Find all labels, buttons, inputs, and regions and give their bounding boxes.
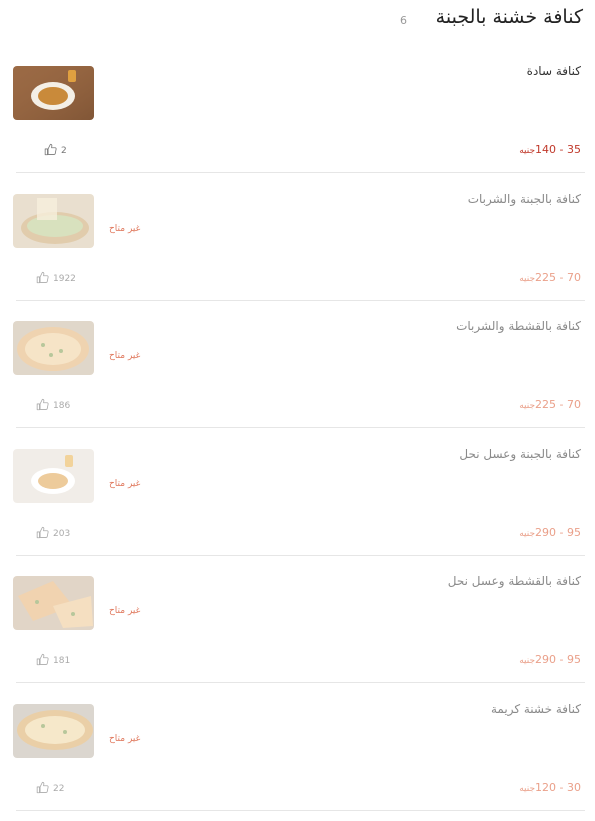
like-button[interactable]: 2 [44,143,67,159]
unavailable-badge: غير متاح [109,733,141,744]
thumbs-up-icon [36,781,50,797]
currency-label: جنيه [519,783,536,794]
menu-item-price: 70 - 225جنيه [519,398,581,411]
unavailable-badge: غير متاح [109,223,141,234]
menu-item[interactable]: كنافة بالجبنة والشربات غير متاح 70 - 225جن… [0,184,595,311]
menu-item-image[interactable] [13,448,94,503]
thumbs-up-icon [36,526,50,542]
menu-item[interactable]: كنافة سادة 35 - 140جنيه 2 [0,56,595,183]
unavailable-badge: غير متاح [109,606,141,616]
menu-item-name[interactable]: كنافة سادة [527,64,581,78]
item-divider [16,299,585,301]
price-range: 35 - 140 [535,143,581,156]
menu-item-name[interactable]: كنافة بالقشطة وعسل نحل [448,574,581,588]
menu-item-name[interactable]: كنافة بالقشطة والشربات [456,319,581,333]
menu-item-price: 95 - 290جنيه [519,526,581,539]
currency-label: جنيه [519,656,536,666]
menu-item-image[interactable] [13,193,94,248]
like-button[interactable]: 1922 [36,271,76,287]
menu-item-price: 30 - 120جنيه [519,781,581,794]
menu-item-price: 70 - 225جنيه [519,271,581,284]
item-divider [16,427,585,428]
menu-item-price: 95 - 290جنيه [519,653,581,666]
thumbs-up-icon [44,143,58,159]
category-title: كنافة خشنة بالجبنة [435,6,583,28]
menu-item-image[interactable] [13,321,94,375]
currency-label: جنيه [519,528,536,539]
thumbs-up-icon [36,398,50,414]
unavailable-badge: غير متاح [109,478,141,489]
price-range: 95 - 290 [535,653,581,666]
menu-item-name[interactable]: كنافة خشنة كريمة [491,702,581,716]
menu-item[interactable]: كنافة بالقشطة والشربات غير متاح 70 - 225جن… [0,311,595,438]
like-button[interactable]: 203 [36,526,70,542]
item-divider [16,809,585,811]
like-button[interactable]: 181 [36,653,70,669]
menu-item[interactable]: كنافة بالقشطة وعسل نحل غير متاح 95 - 290جن… [0,566,595,693]
price-range: 70 - 225 [535,270,581,284]
item-divider [16,682,585,683]
category-header: كنافة خشنة بالجبنة 6 [0,0,595,40]
thumbs-up-icon [36,271,50,287]
currency-label: جنيه [519,273,536,284]
item-divider [16,554,585,556]
menu-item-price: 35 - 140جنيه [519,143,581,156]
like-count: 181 [53,656,71,666]
menu-item-image[interactable] [13,576,94,630]
like-count: 22 [53,783,65,794]
menu-item-name[interactable]: كنافة بالجبنة وعسل نحل [459,447,581,461]
menu-item-image[interactable] [13,66,94,120]
item-count: 6 [400,14,407,27]
like-button[interactable]: 22 [36,781,64,797]
menu-item[interactable]: كنافة بالجبنة وعسل نحل غير متاح 95 - 290جن… [0,439,595,566]
like-count: 203 [53,528,71,539]
price-range: 70 - 225 [535,398,581,411]
thumbs-up-icon [36,653,50,669]
menu-item-name[interactable]: كنافة بالجبنة والشربات [468,192,581,206]
price-range: 95 - 290 [535,525,581,539]
currency-label: جنيه [519,401,536,411]
like-count: 1922 [53,273,76,284]
like-count: 186 [53,401,71,411]
menu-item-image[interactable] [13,703,94,758]
item-divider [16,172,585,173]
like-button[interactable]: 186 [36,398,70,414]
currency-label: جنيه [519,146,536,156]
menu-item[interactable]: كنافة خشنة كريمة غير متاح 30 - 120جنيه 22 [0,694,595,821]
like-count: 2 [61,146,67,156]
price-range: 30 - 120 [535,780,581,794]
unavailable-badge: غير متاح [109,351,141,361]
